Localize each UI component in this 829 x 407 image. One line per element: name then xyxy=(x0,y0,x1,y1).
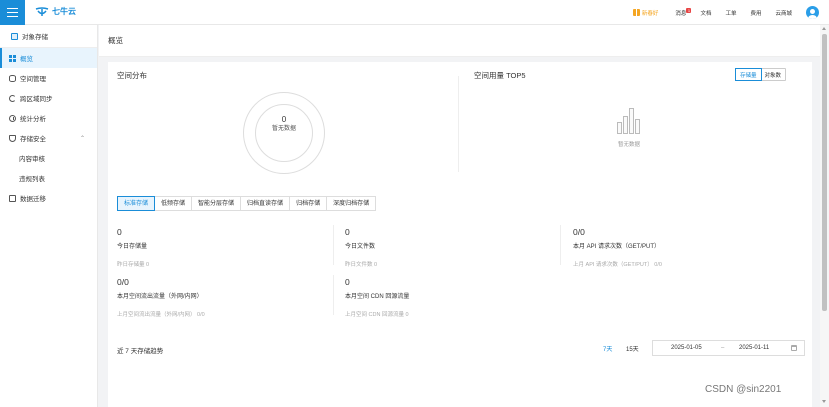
stat-sub: 昨日存储量 0 xyxy=(117,262,150,268)
storage-trend-title: 近 7 天存储趋势 xyxy=(117,348,164,355)
range-7-days[interactable]: 7天 xyxy=(603,344,612,353)
watermark: CSDN @sin2201 xyxy=(705,384,782,395)
clock-icon xyxy=(9,114,16,122)
message-count-badge: 1 xyxy=(686,7,692,13)
sidebar-header-label: 对象存储 xyxy=(22,34,48,41)
sidebar-item-label: 空间管理 xyxy=(20,76,46,83)
toggle-storage[interactable]: 存储量 xyxy=(735,68,762,81)
user-avatar[interactable] xyxy=(806,6,819,19)
sidebar-item-label: 违规列表 xyxy=(19,176,45,183)
sidebar-item-storage-security[interactable]: 存储安全 ⌃ xyxy=(0,128,97,148)
database-icon xyxy=(9,74,16,82)
stat-sub: 上月 API 请求次数（GET/PUT） 0/0 xyxy=(573,262,662,268)
stat-value: 0 xyxy=(345,277,350,287)
sidebar-item-label: 内容审核 xyxy=(19,156,45,163)
stat-sub: 昨日文件数 0 xyxy=(345,262,378,268)
scroll-up-icon[interactable] xyxy=(822,27,826,30)
tab-archive-ir-storage[interactable]: 归档直读存储 xyxy=(240,196,291,211)
empty-chart-icon xyxy=(617,108,641,134)
stat-label: 今日存储量 xyxy=(117,244,148,250)
stat-today-files: 0 今日文件数 昨日文件数 0 xyxy=(345,227,377,268)
sync-icon xyxy=(9,94,16,102)
calendar-icon[interactable] xyxy=(791,345,797,351)
logo[interactable]: 七牛云 xyxy=(35,6,76,17)
range-15-days[interactable]: 15天 xyxy=(626,344,639,353)
page-title: 概览 xyxy=(108,36,123,45)
end-date[interactable]: 2025-01-11 xyxy=(739,345,769,351)
sidebar-item-content-review[interactable]: 内容审核 xyxy=(0,148,97,168)
tab-intelligent-tiering[interactable]: 智能分层存储 xyxy=(191,196,242,211)
toggle-object-count[interactable]: 对象数 xyxy=(761,69,786,80)
stat-today-storage: 0 今日存储量 昨日存储量 0 xyxy=(117,227,149,268)
storage-class-tabs: 标准存储 低频存储 智能分层存储 归档直读存储 归档存储 深度归档存储 xyxy=(117,196,377,211)
sidebar-item-statistics[interactable]: 统计分析 xyxy=(0,108,97,128)
sidebar-item-data-migration[interactable]: 数据迁移 xyxy=(0,188,97,208)
panel-divider xyxy=(458,76,459,172)
sidebar-item-violation-list[interactable]: 违规列表 xyxy=(0,168,97,188)
messages-link[interactable]: 消息 1 xyxy=(675,7,692,17)
stat-cdn-origin-traffic: 0 本月空间 CDN 回源流量 上月空间 CDN 回源流量 0 xyxy=(345,277,409,318)
date-separator: – xyxy=(721,345,725,351)
stat-value: 0/0 xyxy=(573,227,585,237)
stat-outbound-traffic: 0/0 本月空间流出流量（外网/内网） 上月空间流出流量（外网/内网） 0/0 xyxy=(117,277,205,318)
sidebar-header[interactable]: 对象存储 xyxy=(0,25,97,48)
stat-value: 0/0 xyxy=(117,277,129,287)
overview-panel: 空间分布 0 暂无数据 空间用量 TOP5 存储量 对象数 暂无数据 标准存储 … xyxy=(108,62,812,407)
grid-icon xyxy=(9,54,16,62)
stat-divider xyxy=(333,275,334,315)
stat-label: 本月 API 请求次数（GET/PUT） xyxy=(573,244,661,250)
stat-divider xyxy=(333,225,334,265)
stat-label: 今日文件数 xyxy=(345,244,376,250)
tab-standard-storage[interactable]: 标准存储 xyxy=(117,196,156,211)
sidebar-item-cross-region-sync[interactable]: 跨区域同步 xyxy=(0,88,97,108)
tab-archive-storage[interactable]: 归档存储 xyxy=(289,196,328,211)
migrate-icon xyxy=(9,194,16,202)
sidebar-item-label: 概览 xyxy=(20,56,33,63)
object-storage-icon xyxy=(11,32,18,40)
messages-label: 消息 xyxy=(675,10,687,17)
space-distribution-title: 空间分布 xyxy=(117,71,147,80)
page-header: 概览 xyxy=(99,25,820,57)
stat-value: 0 xyxy=(345,227,350,237)
stat-label: 本月空间流出流量（外网/内网） xyxy=(117,294,203,300)
chevron-up-icon: ⌃ xyxy=(79,135,85,142)
brand-name: 七牛云 xyxy=(52,7,76,16)
marketplace-link[interactable]: 云商城 xyxy=(775,9,792,17)
qiniu-logo-icon xyxy=(35,7,49,16)
sidebar-item-buckets[interactable]: 空间管理 xyxy=(0,68,97,88)
stat-api-requests: 0/0 本月 API 请求次数（GET/PUT） 上月 API 请求次数（GET… xyxy=(573,227,662,268)
sidebar-item-label: 统计分析 xyxy=(20,116,46,123)
scrollbar-thumb[interactable] xyxy=(822,34,827,311)
tab-deep-archive-storage[interactable]: 深度归档存储 xyxy=(326,196,377,211)
top-bar: 七牛云 新春好 消息 1 文档 工单 费用 云商城 xyxy=(0,0,829,25)
promo-link[interactable]: 新春好 xyxy=(632,9,659,17)
sidebar-item-overview[interactable]: 概览 xyxy=(0,48,97,68)
menu-icon[interactable] xyxy=(0,0,25,25)
stat-value: 0 xyxy=(117,227,122,237)
sidebar-item-label: 存储安全 xyxy=(20,136,46,143)
billing-link[interactable]: 费用 xyxy=(750,9,761,17)
shield-icon xyxy=(9,134,16,142)
top5-title: 空间用量 TOP5 xyxy=(474,71,526,80)
gift-icon xyxy=(632,9,640,16)
donut-inner-ring xyxy=(255,104,313,162)
stat-label: 本月空间 CDN 回源流量 xyxy=(345,294,410,300)
donut-empty-text: 暂无数据 xyxy=(271,126,296,132)
stat-sub: 上月空间 CDN 回源流量 0 xyxy=(345,312,409,318)
stat-sub: 上月空间流出流量（外网/内网） 0/0 xyxy=(117,312,205,318)
tickets-link[interactable]: 工单 xyxy=(725,9,736,17)
docs-link[interactable]: 文档 xyxy=(700,9,711,17)
top5-metric-toggle: 存储量 对象数 xyxy=(735,68,787,81)
top5-empty-text: 暂无数据 xyxy=(617,142,640,148)
sidebar-item-label: 数据迁移 xyxy=(20,196,46,203)
sidebar-item-label: 跨区域同步 xyxy=(20,96,53,103)
start-date[interactable]: 2025-01-05 xyxy=(671,345,702,351)
space-distribution-donut: 0 暂无数据 xyxy=(243,92,325,174)
stat-divider xyxy=(560,225,561,265)
sidebar: 对象存储 概览 空间管理 跨区域同步 统计分析 存储安全 ⌃ 内容审核 违规列表… xyxy=(0,25,98,407)
tab-infrequent-storage[interactable]: 低频存储 xyxy=(154,196,193,211)
date-range-picker[interactable]: 2025-01-05 – 2025-01-11 xyxy=(652,340,805,356)
promo-label: 新春好 xyxy=(641,10,659,17)
scroll-down-icon[interactable] xyxy=(822,400,826,403)
